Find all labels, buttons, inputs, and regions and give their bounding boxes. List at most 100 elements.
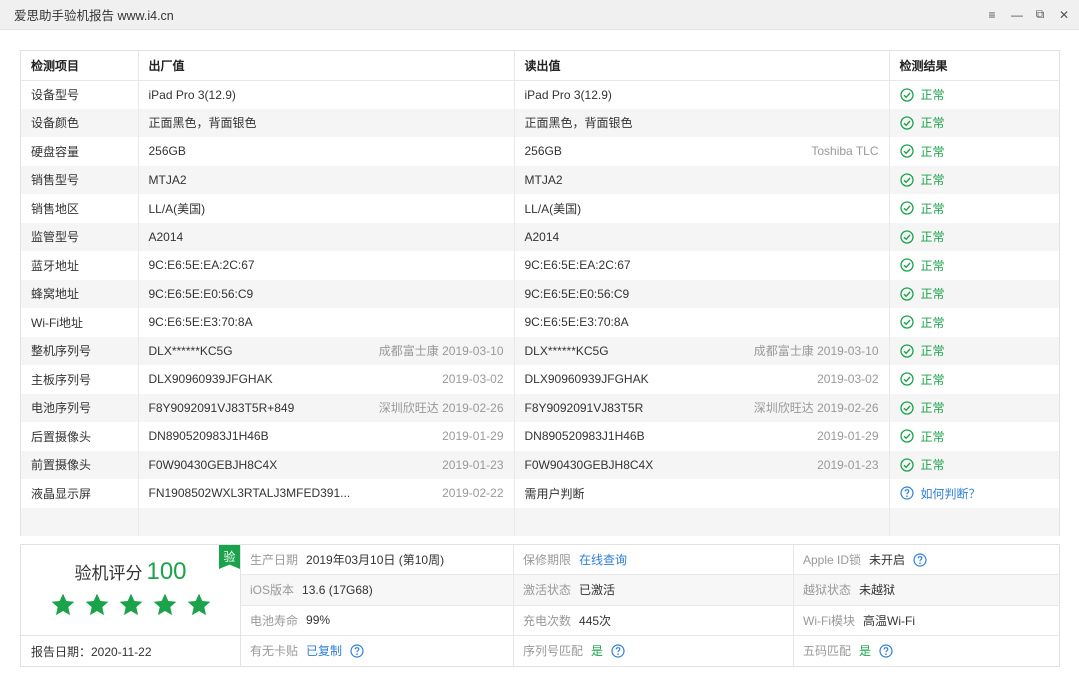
result-status: 正常: [920, 258, 945, 273]
result-status: 正常: [920, 401, 945, 416]
row-item: Wi-Fi地址: [31, 315, 83, 330]
report-date: 报告日期：2020-11-22: [21, 635, 240, 666]
factory-value: 9C:E6:5E:E0:56:C9: [148, 286, 254, 301]
summary-cell: iOS版本 13.6 (17G68): [241, 575, 514, 606]
how-to-judge-link[interactable]: 如何判断？: [921, 485, 981, 502]
read-value: DN890520983J1H46B: [524, 429, 645, 444]
star-rating: [50, 592, 212, 618]
result-status: 正常: [920, 116, 945, 131]
row-result: 正常: [888, 165, 1059, 194]
row-read: F0W90430GEBJH8C4X 2019-01-23: [513, 450, 889, 479]
row-read: 正面黑色，背面银色: [513, 108, 889, 137]
summary-label: 激活状态: [523, 583, 572, 598]
row-factory: MTJA2: [137, 165, 514, 194]
result-status: 正常: [920, 230, 945, 245]
summary-label: Wi-Fi模块: [803, 613, 855, 628]
result-status: 正常: [920, 458, 945, 473]
row-result: 正常: [888, 393, 1059, 422]
summary-label: 电池寿命: [250, 613, 299, 628]
check-circle-icon: [899, 87, 914, 102]
title-bar: 爱思助手验机报告 www.i4.cn ≡ — ⧉ ✕: [0, 0, 1079, 30]
table-row: 设备颜色 正面黑色，背面银色 正面黑色，背面银色 正常: [21, 108, 1059, 137]
read-value: 9C:E6:5E:E0:56:C9: [524, 286, 630, 301]
result-status: 正常: [920, 344, 945, 359]
result-status: 正常: [920, 144, 945, 159]
factory-note: 2019-03-02: [442, 372, 504, 387]
factory-note: 2019-02-22: [442, 486, 504, 501]
question-circle-icon[interactable]: [899, 486, 914, 500]
summary-label: Apple ID锁: [803, 553, 862, 568]
question-circle-icon[interactable]: [879, 644, 893, 658]
summary-value: 2019年03月10日 (第10周): [306, 553, 445, 568]
summary-value: 13.6 (17G68): [302, 582, 373, 597]
row-factory: 9C:E6:5E:E0:56:C9: [137, 279, 514, 308]
factory-value: F8Y9092091VJ83T5R+849: [148, 400, 295, 415]
close-icon[interactable]: ✕: [1059, 8, 1069, 22]
check-circle-icon: [899, 173, 914, 187]
summary-label: iOS版本: [250, 583, 295, 598]
minimize-icon[interactable]: —: [1011, 8, 1023, 22]
row-read: 9C:E6:5E:E3:70:8A: [513, 308, 889, 337]
row-read: MTJA2: [513, 165, 889, 194]
score-label: 验机评分: [74, 564, 143, 583]
row-read: 需用户判断: [513, 479, 889, 508]
summary-cell: 序列号匹配是: [514, 635, 794, 666]
read-note: 2019-03-02: [817, 372, 879, 387]
question-circle-icon[interactable]: [611, 644, 625, 658]
check-circle-icon: [899, 287, 914, 301]
row-item: 后置摄像头: [31, 429, 92, 444]
row-result: 正常: [888, 108, 1059, 137]
question-circle-icon[interactable]: [350, 644, 364, 658]
summary-label: 越狱状态: [803, 583, 852, 598]
summary-label: 保修期限: [523, 553, 572, 568]
read-value: iPad Pro 3(12.9): [524, 87, 612, 102]
summary-cell: Wi-Fi模块 高温Wi-Fi: [794, 606, 1059, 636]
summary-label: 生产日期: [250, 553, 299, 568]
row-result: 正常: [888, 365, 1059, 394]
row-factory: DLX90960939JFGHAK 2019-03-02: [137, 365, 514, 394]
star-icon: [153, 593, 176, 616]
summary-value: 未越狱: [859, 583, 896, 598]
detection-table: 检测项目 出厂值 读出值 检测结果 设备型号 iPad Pro 3(12.9) iP…: [21, 51, 1059, 536]
read-value: 需用户判断: [524, 486, 585, 501]
window-title: 爱思助手验机报告 www.i4.cn: [14, 9, 174, 23]
row-factory: F8Y9092091VJ83T5R+849 深圳欣旺达 2019-02-26: [137, 393, 514, 422]
summary-value[interactable]: 已复制: [306, 642, 342, 659]
check-circle-icon: [899, 230, 914, 244]
table-row: 监管型号 A2014 A2014 正常: [21, 222, 1059, 251]
header-factory: 出厂值: [137, 51, 514, 81]
row-result[interactable]: 如何判断？: [888, 479, 1059, 508]
summary-value[interactable]: 在线查询: [579, 551, 627, 568]
menu-icon[interactable]: ≡: [987, 8, 997, 22]
question-circle-icon[interactable]: [913, 553, 927, 567]
check-circle-icon: [899, 258, 914, 272]
check-circle-icon: [899, 201, 914, 215]
table-row: 液晶显示屏 FN1908502WXL3RTALJ3MFED391... 2019-0…: [21, 479, 1059, 508]
factory-value: 9C:E6:5E:EA:2C:67: [148, 258, 255, 273]
result-status: 正常: [920, 372, 945, 387]
check-circle-icon: [899, 344, 914, 358]
factory-value: A2014: [148, 229, 184, 244]
summary-cell: 电池寿命 99%: [241, 605, 514, 636]
star-icon: [51, 593, 74, 616]
table-row: Wi-Fi地址 9C:E6:5E:E3:70:8A 9C:E6:5E:E3:70:8…: [21, 308, 1059, 337]
row-read: iPad Pro 3(12.9): [513, 80, 889, 109]
factory-value: DN890520983J1H46B: [148, 429, 269, 444]
row-item: 销售型号: [21, 165, 138, 194]
row-factory: DLX******KC5G 成都富士康 2019-03-10: [137, 336, 514, 365]
factory-value: 正面黑色，背面银色: [148, 116, 257, 131]
detection-table-panel: 检测项目 出厂值 读出值 检测结果 设备型号 iPad Pro 3(12.9) iP…: [20, 50, 1060, 536]
result-status: 正常: [920, 88, 945, 102]
table-row: 硬盘容量 256GB 256GB Toshiba TLC 正常: [21, 137, 1059, 166]
factory-note: 成都富士康 2019-03-10: [378, 344, 504, 359]
row-read: 256GB Toshiba TLC: [513, 137, 889, 166]
summary-cell: 有无卡贴 已复制: [241, 635, 514, 666]
read-value: F0W90430GEBJH8C4X: [524, 457, 654, 472]
summary-value: 445次: [579, 613, 612, 628]
read-note: 成都富士康 2019-03-10: [753, 344, 879, 359]
restore-icon[interactable]: ⧉: [1035, 7, 1045, 22]
row-result: 正常: [888, 251, 1059, 280]
row-result: 正常: [888, 450, 1059, 479]
row-read: LL/A(美国): [513, 194, 889, 223]
row-factory: FN1908502WXL3RTALJ3MFED391... 2019-02-22: [137, 479, 514, 508]
